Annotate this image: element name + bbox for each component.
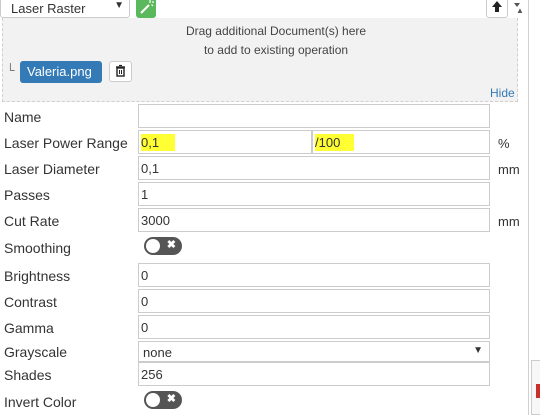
passes-label: Passes bbox=[4, 187, 50, 203]
cut-rate-unit: mm bbox=[498, 214, 520, 229]
laser-diameter-unit: mm bbox=[498, 162, 520, 177]
toggle-knob bbox=[146, 393, 160, 407]
laser-power-min-input[interactable]: 0,1 bbox=[138, 130, 312, 154]
name-label: Name bbox=[4, 109, 42, 125]
invert-color-toggle[interactable]: ✖ bbox=[144, 391, 182, 409]
toggle-knob bbox=[146, 239, 160, 253]
passes-input[interactable]: 1 bbox=[138, 182, 490, 206]
hide-link[interactable]: Hide bbox=[490, 86, 515, 100]
document-chip[interactable]: Valeria.png bbox=[20, 61, 102, 83]
magic-wand-icon bbox=[140, 0, 154, 14]
grayscale-label: Grayscale bbox=[4, 344, 68, 360]
laser-power-max-input[interactable]: /100 bbox=[312, 130, 490, 154]
shades-input[interactable]: 256 bbox=[138, 362, 490, 386]
shades-label: Shades bbox=[4, 367, 52, 383]
scroll-up-icon[interactable]: ▲ bbox=[516, 6, 524, 15]
gamma-input[interactable]: 0 bbox=[138, 315, 490, 339]
laser-diameter-input[interactable]: 0,1 bbox=[138, 156, 490, 180]
gamma-label: Gamma bbox=[4, 320, 54, 336]
arrow-up-icon bbox=[492, 1, 502, 12]
brightness-label: Brightness bbox=[4, 268, 71, 284]
caret-down-icon: ▼ bbox=[114, 0, 124, 11]
contrast-input[interactable]: 0 bbox=[138, 289, 490, 313]
side-panel-indicator bbox=[536, 384, 540, 398]
move-up-button[interactable] bbox=[486, 0, 508, 18]
invert-color-label: Invert Color bbox=[4, 394, 77, 410]
smoothing-label: Smoothing bbox=[4, 240, 71, 256]
smoothing-toggle[interactable]: ✖ bbox=[144, 237, 182, 255]
magic-wand-button[interactable] bbox=[136, 0, 156, 18]
operation-type-select[interactable]: Laser Raster ▼ bbox=[0, 0, 130, 18]
laser-power-max-value: /100 bbox=[315, 134, 355, 151]
laser-diameter-label: Laser Diameter bbox=[4, 161, 100, 177]
laser-power-range-label: Laser Power Range bbox=[4, 135, 128, 151]
grayscale-select[interactable]: none ▼ bbox=[138, 341, 490, 362]
remove-document-button[interactable] bbox=[109, 61, 132, 82]
panel-divider bbox=[528, 0, 529, 415]
close-icon: ✖ bbox=[166, 239, 176, 251]
trash-icon bbox=[116, 64, 125, 77]
cut-rate-input[interactable]: 3000 bbox=[138, 208, 490, 232]
brightness-input[interactable]: 0 bbox=[138, 263, 490, 287]
operation-type-label: Laser Raster bbox=[11, 1, 86, 16]
grayscale-selected-value: none bbox=[143, 345, 172, 360]
cut-rate-label: Cut Rate bbox=[4, 213, 60, 229]
drop-zone-text-line1: Drag additional Document(s) here bbox=[185, 24, 367, 38]
laser-power-unit: % bbox=[498, 136, 510, 151]
close-icon: ✖ bbox=[166, 393, 176, 405]
tree-connector-icon: └ bbox=[6, 63, 15, 77]
drop-zone-text-line2: to add to existing operation bbox=[203, 43, 349, 57]
name-input[interactable] bbox=[138, 104, 490, 128]
laser-power-min-value: 0,1 bbox=[141, 134, 176, 151]
contrast-label: Contrast bbox=[4, 294, 57, 310]
caret-down-icon: ▼ bbox=[473, 345, 483, 356]
